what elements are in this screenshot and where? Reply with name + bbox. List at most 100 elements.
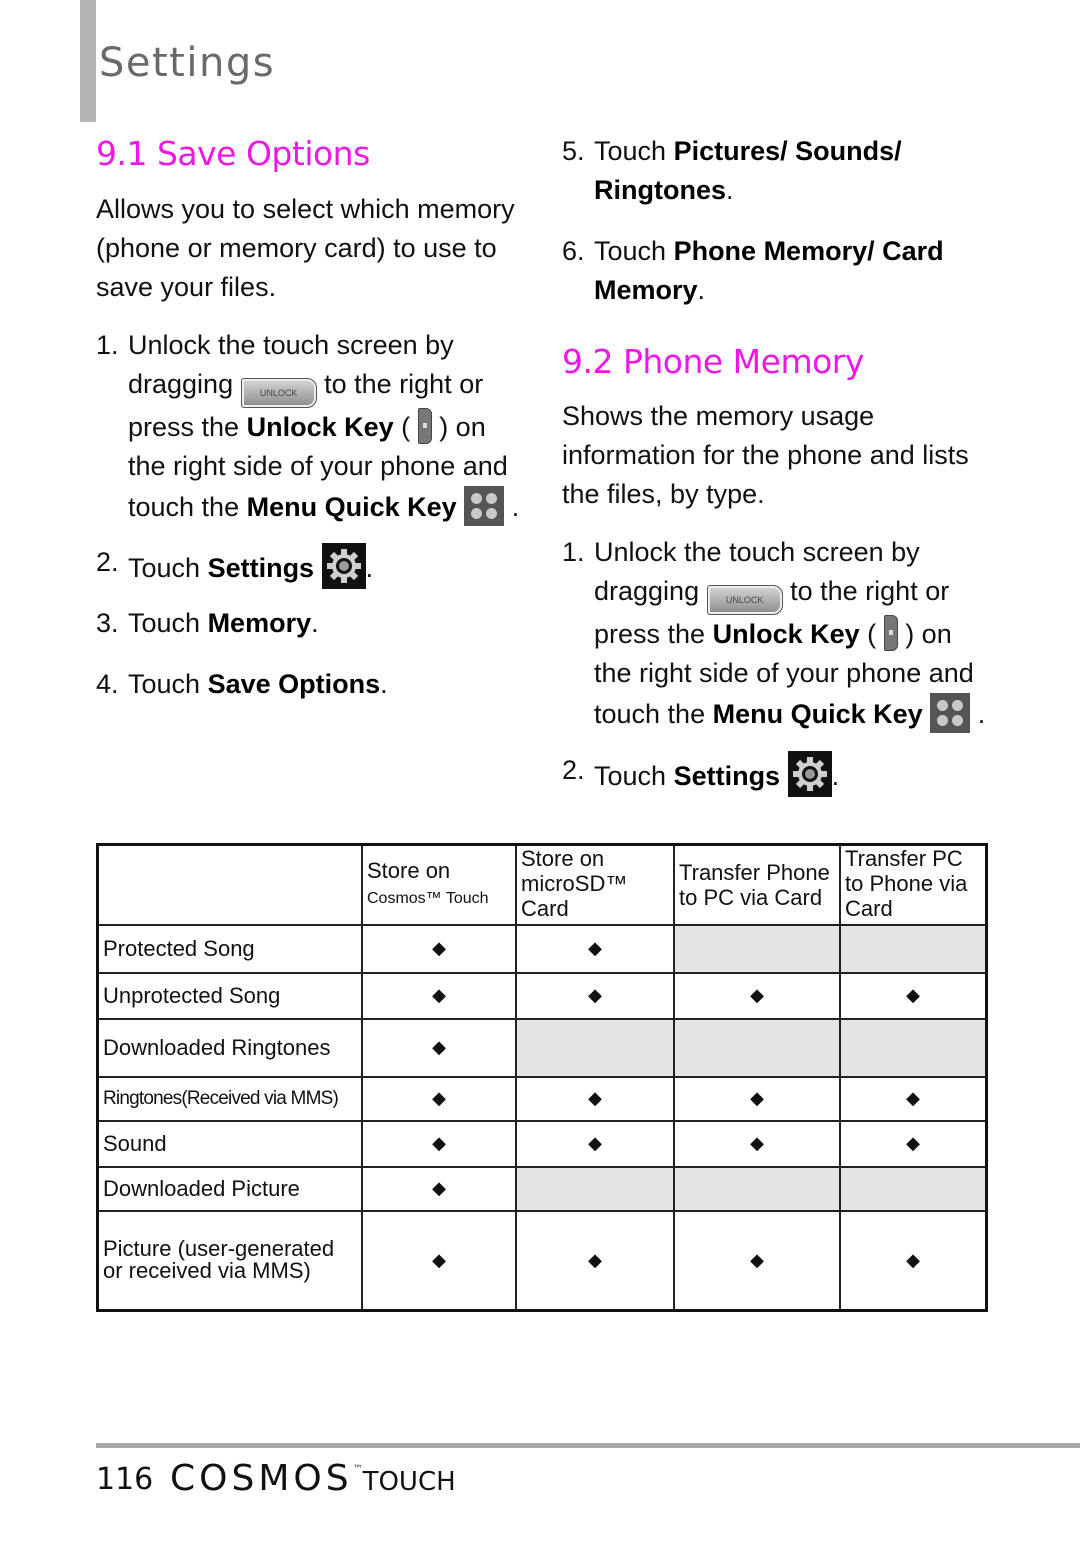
table-header-transfer-phone-pc: Transfer Phone to PC via Card: [673, 843, 841, 926]
table-row: Picture (user-generated or received via …: [96, 1209, 988, 1312]
step-number: 5.: [562, 136, 585, 166]
memory-label: Memory: [207, 608, 312, 638]
step-text: .: [365, 553, 374, 583]
footer-divider: [96, 1443, 1080, 1448]
phone-memory-step-1: 1. Unlock the touch screen by dragging U…: [562, 533, 992, 734]
supported-mark: ◆: [361, 1075, 517, 1122]
table-row: Ringtones(Received via MMS) ◆ ◆ ◆ ◆: [96, 1075, 988, 1122]
settings-gear-icon: [321, 543, 366, 589]
supported-mark: ◆: [673, 971, 841, 1020]
save-options-step-2: 2. Touch Settings .: [96, 543, 373, 589]
step-text: .: [311, 608, 319, 638]
page-number: 116: [96, 1462, 154, 1497]
save-options-label: Save Options: [207, 669, 381, 699]
table-row: Downloaded Picture ◆: [96, 1165, 988, 1212]
phone-memory-step-2: 2. Touch Settings .: [562, 751, 839, 797]
step-text: .: [380, 669, 388, 699]
unsupported-cell: [673, 1017, 841, 1078]
supported-mark: ◆: [673, 1209, 841, 1312]
step-number: 1.: [562, 537, 585, 567]
settings-label: Settings: [207, 553, 315, 583]
unlock-slider-icon: UNLOCK: [706, 585, 783, 615]
table-header-store-phone: Store on Cosmos™ Touch: [361, 843, 517, 926]
row-label: Unprotected Song: [96, 971, 363, 1020]
supported-mark: ◆: [515, 971, 675, 1020]
unlock-key-label: Unlock Key: [246, 412, 394, 442]
menu-quick-key-label: Menu Quick Key: [712, 699, 923, 729]
row-label: Protected Song: [96, 923, 363, 974]
step-number: 2.: [96, 547, 119, 577]
supported-mark: ◆: [515, 1075, 675, 1122]
save-options-step-6: 6. Touch Phone Memory/ Card Memory.: [562, 232, 962, 310]
row-label: Downloaded Picture: [96, 1165, 363, 1212]
step-number: 1.: [96, 330, 119, 360]
supported-mark: ◆: [361, 923, 517, 974]
brand-logo: COSMOS™TOUCH: [170, 1458, 456, 1499]
step-text: .: [977, 699, 986, 729]
phone-memory-intro: Shows the memory usage information for t…: [562, 401, 969, 509]
step-text: Touch: [594, 761, 674, 791]
supported-mark: ◆: [839, 971, 988, 1020]
page-header-title: Settings: [99, 40, 276, 86]
supported-mark: ◆: [361, 1165, 517, 1212]
step-text: .: [697, 275, 706, 305]
table-header-row: Store on Cosmos™ Touch Store on microSD™ …: [96, 843, 988, 926]
header-bar: [80, 0, 96, 122]
unsupported-cell: [515, 1017, 675, 1078]
save-options-step-1: 1. Unlock the touch screen by dragging U…: [96, 326, 526, 527]
supported-mark: ◆: [361, 1209, 517, 1312]
table-row: Sound ◆ ◆ ◆ ◆: [96, 1119, 988, 1168]
row-label: Downloaded Ringtones: [96, 1017, 363, 1078]
section-title-phone-memory: 9.2 Phone Memory: [562, 342, 864, 381]
supported-mark: ◆: [515, 1119, 675, 1168]
step-text: .: [831, 761, 840, 791]
table-row: Protected Song ◆ ◆: [96, 923, 988, 974]
supported-mark: ◆: [515, 923, 675, 974]
supported-mark: ◆: [839, 1209, 988, 1312]
supported-mark: ◆: [673, 1075, 841, 1122]
unlock-key-icon: [417, 408, 432, 444]
step-text: Touch: [128, 553, 208, 583]
supported-mark: ◆: [839, 1119, 988, 1168]
step-number: 4.: [96, 669, 119, 699]
row-label: Picture (user-generated or received via …: [96, 1209, 363, 1312]
table-header-blank: [96, 843, 363, 926]
unsupported-cell: [839, 923, 988, 974]
unlock-key-icon: [883, 615, 898, 651]
settings-label: Settings: [673, 761, 781, 791]
unlock-slider-icon: UNLOCK: [240, 378, 317, 408]
step-text: (: [401, 412, 411, 442]
supported-mark: ◆: [361, 1017, 517, 1078]
table-row: Downloaded Ringtones ◆: [96, 1017, 988, 1078]
section-title-save-options: 9.1 Save Options: [96, 134, 370, 173]
supported-mark: ◆: [515, 1209, 675, 1312]
table-header-store-microsd: Store on microSD™ Card: [515, 843, 675, 926]
file-type-support-table: Store on Cosmos™ Touch Store on microSD™ …: [96, 843, 988, 1312]
unlock-key-label: Unlock Key: [712, 619, 860, 649]
unsupported-cell: [839, 1017, 988, 1078]
table-header-transfer-pc-phone: Transfer PC to Phone via Card: [839, 843, 988, 926]
menu-quick-key-icon: [464, 486, 505, 526]
header-subtext: Cosmos™ Touch: [367, 890, 489, 908]
table-row: Unprotected Song ◆ ◆ ◆ ◆: [96, 971, 988, 1020]
supported-mark: ◆: [361, 1119, 517, 1168]
unsupported-cell: [839, 1165, 988, 1212]
step-text: Touch: [128, 608, 208, 638]
save-options-intro: Allows you to select which memory (phone…: [96, 194, 515, 302]
brand-tm: ™: [352, 1464, 363, 1475]
step-text: Touch: [128, 669, 208, 699]
step-number: 2.: [562, 755, 585, 785]
unsupported-cell: [673, 923, 841, 974]
step-text: Touch: [594, 136, 674, 166]
header-text: Store on: [367, 858, 451, 884]
supported-mark: ◆: [673, 1119, 841, 1168]
step-number: 6.: [562, 236, 585, 266]
row-label: Ringtones(Received via MMS): [96, 1075, 363, 1122]
menu-quick-key-label: Menu Quick Key: [246, 492, 457, 522]
save-options-step-4: 4. Touch Save Options.: [96, 665, 388, 704]
step-text: (: [867, 619, 877, 649]
unsupported-cell: [673, 1165, 841, 1212]
settings-gear-icon: [787, 751, 832, 797]
save-options-step-3: 3. Touch Memory.: [96, 604, 319, 643]
supported-mark: ◆: [839, 1075, 988, 1122]
